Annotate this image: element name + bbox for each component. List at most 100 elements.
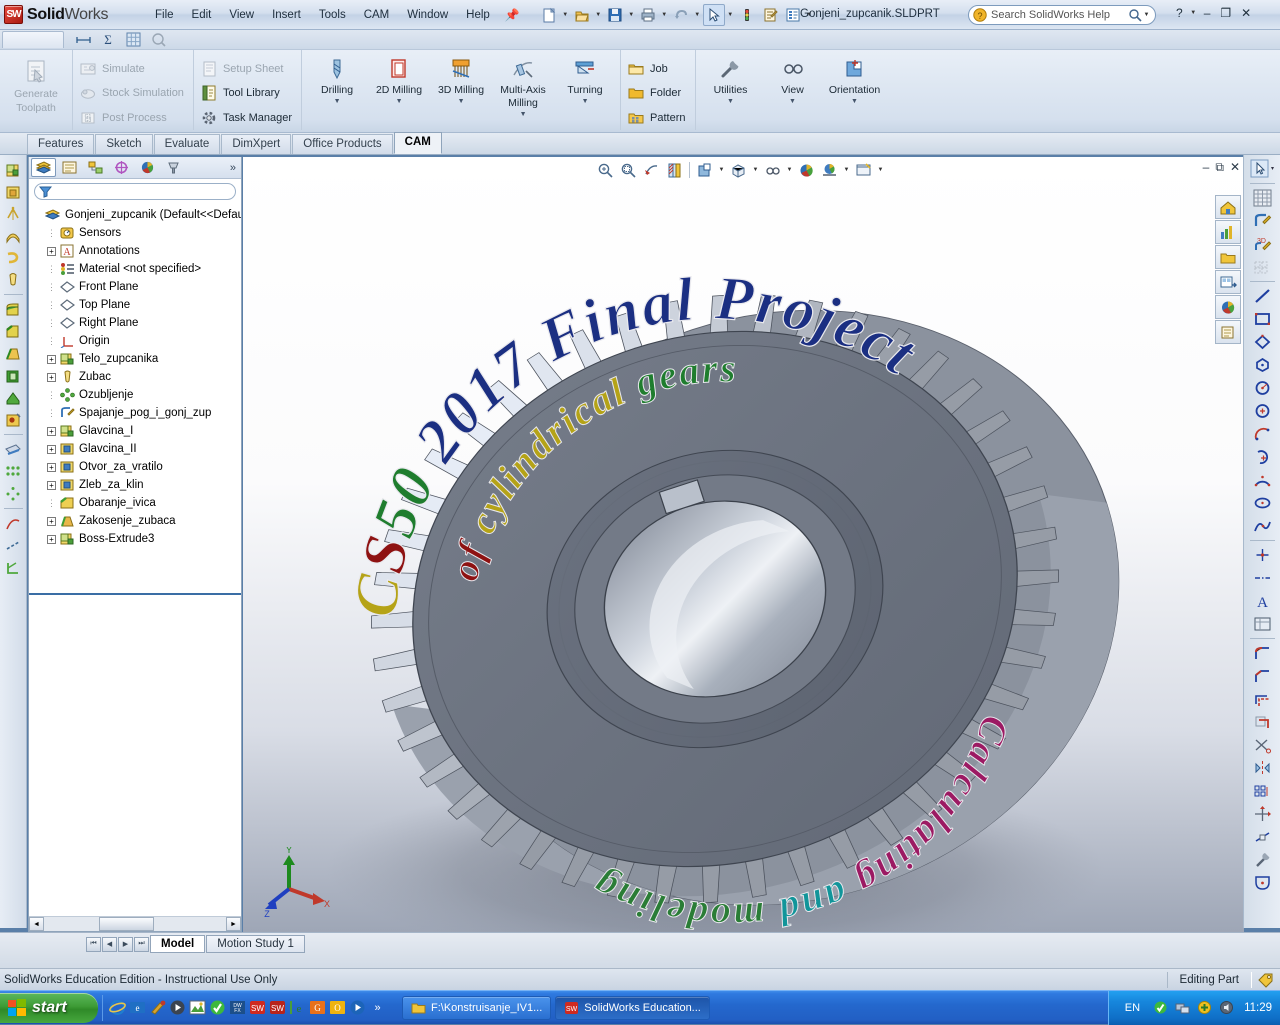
taskbar-clock[interactable]: 11:29 [1240, 1002, 1272, 1014]
doc-close-button[interactable]: ✕ [1230, 160, 1240, 175]
polygon-icon[interactable] [1250, 354, 1275, 376]
taskbar-item-explorer[interactable]: F:\Konstruisanje_IV1... [402, 995, 552, 1020]
scene-icon[interactable] [819, 160, 840, 180]
display-delete-relations-icon[interactable] [1250, 826, 1275, 848]
media-player-icon[interactable] [169, 999, 186, 1016]
appearances-scenes-icon[interactable] [1215, 295, 1241, 319]
move-entities-icon[interactable] [1250, 803, 1275, 825]
menu-item-insert[interactable]: Insert [263, 5, 310, 25]
expand-toggle[interactable]: + [47, 246, 56, 256]
shell-icon[interactable] [2, 365, 24, 386]
tab-model[interactable]: Model [150, 935, 206, 953]
reference-geometry-icon[interactable] [2, 439, 24, 460]
ellipse-icon[interactable] [1250, 492, 1275, 514]
antivirus-icon[interactable] [209, 999, 226, 1016]
file-explorer-icon[interactable] [1215, 245, 1241, 269]
simulate-button[interactable]: Simulate [77, 57, 189, 81]
graphics-area[interactable]: ▼ ▼ ▼ ▼ ▼ – ⧉ ✕ CS50 2017 Final Project … [243, 157, 1244, 932]
tree-item-obaranje-ivica[interactable]: ⋮ Obaranje_ivica [31, 494, 241, 512]
dimxpert-manager-tab[interactable] [109, 158, 134, 177]
internet-explorer-icon[interactable] [109, 999, 126, 1016]
section-view-icon[interactable] [664, 160, 685, 180]
doc-restore-button[interactable]: ⧉ [1215, 160, 1224, 175]
tree-item-top-plane[interactable]: ⋮ Top Plane [31, 296, 241, 314]
view-palette-icon[interactable] [1215, 270, 1241, 294]
centerline-icon[interactable] [1250, 567, 1275, 589]
tab-features[interactable]: Features [27, 134, 95, 154]
tree-item-otvor-za-vratilo[interactable]: + Otvor_za_vratilo [31, 458, 241, 476]
picture-viewer-icon[interactable] [189, 999, 206, 1016]
network-tray-icon[interactable] [1174, 1000, 1190, 1016]
configuration-manager-tab[interactable] [83, 158, 108, 177]
swept-boss-icon[interactable] [2, 225, 24, 246]
tree-item-ozubljenje[interactable]: ⋮ Ozubljenje [31, 386, 241, 404]
rollback-bar[interactable] [29, 593, 241, 595]
chamfer-sketch-icon[interactable] [1250, 665, 1275, 687]
fillet-sketch-icon[interactable] [1250, 642, 1275, 664]
print-caret[interactable]: ▼ [660, 12, 669, 18]
tab-motion-study[interactable]: Motion Study 1 [206, 935, 305, 953]
job-button[interactable]: Job [625, 57, 690, 81]
tool-library-button[interactable]: Tool Library [198, 81, 297, 105]
scroll-right-button[interactable]: ► [226, 917, 241, 931]
volume-tray-icon[interactable] [1218, 1000, 1234, 1016]
tree-filter-box[interactable] [34, 183, 236, 200]
drilling-button[interactable]: Drilling ▼ [306, 53, 368, 130]
pin-icon[interactable]: 📌 [505, 8, 520, 22]
zoom-to-area-icon[interactable] [618, 160, 639, 180]
rectangle-icon[interactable] [1250, 308, 1275, 330]
setup-sheet-button[interactable]: Setup Sheet [198, 57, 297, 81]
edrawings-icon[interactable]: e [289, 999, 306, 1016]
design-library-icon[interactable] [1215, 220, 1241, 244]
property-manager-tab[interactable] [57, 158, 82, 177]
tree-root-item[interactable]: Gonjeni_zupcanik (Default<<Default> [31, 206, 241, 224]
drilling-caret[interactable]: ▼ [334, 98, 341, 105]
search-caret[interactable]: ▼ [1142, 12, 1151, 18]
undo-caret[interactable]: ▼ [693, 12, 702, 18]
menu-item-tools[interactable]: Tools [310, 5, 355, 25]
perimeter-circle-icon[interactable] [1250, 400, 1275, 422]
tab-prev-button[interactable]: ◀ [102, 936, 117, 952]
view-orientation-icon[interactable] [694, 160, 715, 180]
linear-pattern-icon[interactable] [2, 461, 24, 482]
2d-milling-button[interactable]: 2D Milling ▼ [368, 53, 430, 130]
hide-show-caret[interactable]: ▼ [785, 167, 794, 173]
menu-item-file[interactable]: File [146, 5, 183, 25]
options-icon[interactable] [759, 4, 781, 26]
3d-milling-caret[interactable]: ▼ [458, 98, 465, 105]
save-caret[interactable]: ▼ [627, 12, 636, 18]
tab-dimxpert[interactable]: DimXpert [221, 134, 292, 154]
3d-sketch-icon[interactable]: 3D [1250, 233, 1275, 255]
menu-item-cam[interactable]: CAM [355, 5, 399, 25]
expand-toggle[interactable]: + [47, 444, 56, 454]
three-point-arc-icon[interactable] [1250, 469, 1275, 491]
ribbon-strip-tab[interactable] [2, 31, 64, 48]
updates-tray-icon[interactable] [1196, 1000, 1212, 1016]
custom-properties-icon[interactable] [1215, 320, 1241, 344]
menu-item-view[interactable]: View [220, 5, 263, 25]
sum-icon[interactable]: Σ [101, 32, 116, 47]
gear-model[interactable]: CS50 2017 Final Project of cylindrical g… [295, 169, 1155, 932]
expand-toggle[interactable]: + [47, 426, 56, 436]
tree-item-zubac[interactable]: + Zubac [31, 368, 241, 386]
tab-cam[interactable]: CAM [393, 132, 442, 154]
extruded-boss-icon[interactable] [2, 159, 24, 180]
taskbar-item-solidworks[interactable]: SW SolidWorks Education... [555, 995, 710, 1020]
scroll-left-button[interactable]: ◄ [29, 917, 44, 931]
scroll-thumb[interactable] [99, 917, 154, 931]
tree-item-right-plane[interactable]: ⋮ Right Plane [31, 314, 241, 332]
solidworks-quicklaunch-icon[interactable]: SW [249, 999, 266, 1016]
rib-icon[interactable] [2, 387, 24, 408]
repair-sketch-icon[interactable] [1250, 849, 1275, 871]
help-button[interactable]: ? [1172, 6, 1187, 20]
intersection-curve-icon[interactable] [2, 557, 24, 578]
lofted-boss-icon[interactable] [2, 247, 24, 268]
view-settings-icon[interactable] [853, 160, 874, 180]
pattern-button[interactable]: Pattern [625, 106, 690, 130]
language-indicator[interactable]: EN [1119, 1001, 1146, 1015]
text-icon[interactable]: A [1250, 590, 1275, 612]
extruded-cut-icon[interactable] [2, 181, 24, 202]
cam-manager-tab[interactable] [161, 158, 186, 177]
expand-toggle[interactable]: + [47, 462, 56, 472]
view-caret[interactable]: ▼ [789, 98, 796, 105]
